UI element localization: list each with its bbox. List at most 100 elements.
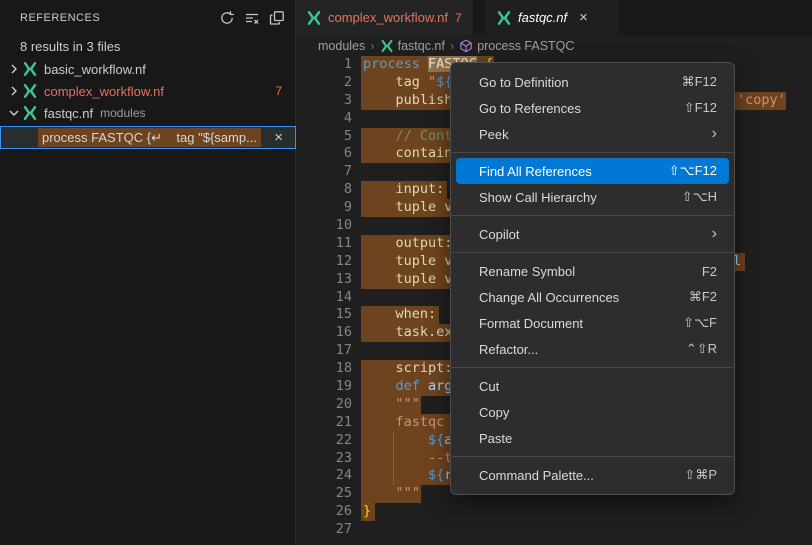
code-text: tuple va: [363, 271, 461, 289]
menu-item-shortcut: ⇧⌘P: [684, 467, 717, 483]
nextflow-file-icon: [22, 83, 38, 99]
submenu-arrow-icon: ›: [712, 226, 717, 242]
file-name: fastqc.nf: [44, 106, 93, 121]
menu-item-command-palette[interactable]: Command Palette...⇧⌘P: [451, 462, 734, 488]
line-number: 4: [296, 110, 352, 128]
menu-item-shortcut: ⌃⇧R: [686, 341, 717, 357]
menu-item-refactor[interactable]: Refactor... ⌃⇧R: [451, 336, 734, 362]
menu-item-label: Paste: [479, 431, 717, 446]
sidebar-item-fastqc-nf[interactable]: fastqc.nfmodules: [0, 102, 295, 124]
code-text: containe: [363, 145, 461, 163]
menu-separator: [452, 367, 733, 368]
menu-item-label: Show Call Hierarchy: [479, 190, 662, 205]
code-text: """: [363, 396, 420, 414]
references-sidebar: REFERENCES 8 results in 3 files basic_wo…: [0, 0, 296, 545]
menu-item-peek[interactable]: Peek ›: [451, 121, 734, 147]
vscode-window: REFERENCES 8 results in 3 files basic_wo…: [0, 0, 812, 545]
menu-separator: [452, 456, 733, 457]
chevron-right-icon: ›: [450, 38, 454, 53]
line-number: 2: [296, 74, 352, 92]
menu-item-cut[interactable]: Cut: [451, 373, 734, 399]
menu-item-label: Go to Definition: [479, 75, 662, 90]
menu-item-label: Format Document: [479, 316, 663, 331]
code-text: input:: [363, 181, 444, 199]
tab-close-icon[interactable]: ×: [579, 9, 588, 26]
code-text: // Conta: [363, 128, 461, 146]
menu-item-rename-symbol[interactable]: Rename Symbol F2: [451, 258, 734, 284]
menu-item-go-to-references[interactable]: Go to References⇧F12: [451, 95, 734, 121]
tab-label: complex_workflow.nf: [328, 10, 448, 25]
menu-item-paste[interactable]: Paste: [451, 425, 734, 451]
menu-item-label: Refactor...: [479, 342, 666, 357]
menu-item-go-to-definition[interactable]: Go to Definition⌘F12: [451, 69, 734, 95]
menu-item-show-call-hierarchy[interactable]: Show Call Hierarchy ⇧⌥H: [451, 184, 734, 210]
breadcrumb-symbol[interactable]: process FASTQC: [459, 39, 574, 53]
menu-item-copy[interactable]: Copy: [451, 399, 734, 425]
code-text: --th: [363, 450, 461, 468]
file-name: basic_workflow.nf: [44, 62, 146, 77]
editor-context-menu: Go to Definition⌘F12Go to References⇧F12…: [450, 62, 735, 495]
menu-item-label: Peek: [479, 127, 692, 142]
code-text: """: [363, 485, 420, 503]
line-number: 13: [296, 271, 352, 289]
sidebar-item-basic-workflow-nf[interactable]: basic_workflow.nf: [0, 58, 295, 80]
code-line-26[interactable]: 26}: [296, 503, 812, 521]
refresh-icon[interactable]: [219, 10, 235, 26]
result-count-badge: 7: [275, 84, 282, 98]
line-number: 21: [296, 414, 352, 432]
dismiss-result-icon[interactable]: ×: [274, 127, 283, 148]
code-text: when:: [363, 306, 436, 324]
line-number: 17: [296, 342, 352, 360]
line-number: 5: [296, 128, 352, 146]
menu-item-shortcut: F2: [702, 264, 717, 279]
code-text: task.ext: [363, 324, 461, 342]
line-number: 9: [296, 199, 352, 217]
nextflow-file-icon: [306, 10, 322, 26]
menu-item-shortcut: ⇧F12: [684, 100, 717, 116]
line-number: 25: [296, 485, 352, 503]
code-text: tag "${s: [363, 74, 461, 92]
line-number: 20: [296, 396, 352, 414]
tab-label: fastqc.nf: [518, 10, 567, 25]
results-summary: 8 results in 3 files: [20, 39, 120, 54]
line-number: 26: [296, 503, 352, 521]
results-tree: basic_workflow.nfcomplex_workflow.nf7fas…: [0, 58, 295, 124]
tab-complex-workflow[interactable]: complex_workflow.nf 7: [296, 0, 473, 35]
menu-item-format-document[interactable]: Format Document ⇧⌥F: [451, 310, 734, 336]
line-number: 11: [296, 235, 352, 253]
menu-item-copilot[interactable]: Copilot›: [451, 221, 734, 247]
code-text: tuple va: [363, 253, 461, 271]
nextflow-file-icon: [380, 39, 394, 53]
chevron-down-icon[interactable]: [6, 105, 22, 121]
line-number: 3: [296, 92, 352, 110]
code-text: }: [363, 503, 371, 521]
menu-item-shortcut: ⇧⌥F12: [669, 163, 717, 179]
menu-item-find-all-references[interactable]: Find All References⇧⌥F12: [456, 158, 729, 184]
line-number: 27: [296, 521, 352, 539]
clear-results-icon[interactable]: [244, 10, 260, 26]
code-line-27[interactable]: 27: [296, 521, 812, 539]
menu-item-shortcut: ⇧⌥F: [683, 315, 717, 331]
menu-item-shortcut: ⇧⌥H: [682, 189, 717, 205]
menu-item-label: Rename Symbol: [479, 264, 682, 279]
collapse-all-icon[interactable]: [269, 10, 285, 26]
code-text: publishD: [363, 92, 461, 110]
line-number: 7: [296, 163, 352, 181]
sidebar-header: REFERENCES: [20, 8, 285, 28]
sidebar-actions: [219, 10, 285, 26]
chevron-right-icon[interactable]: [6, 61, 22, 77]
line-number: 14: [296, 289, 352, 307]
menu-item-change-all-occurrences[interactable]: Change All Occurrences⌘F2: [451, 284, 734, 310]
chevron-right-icon[interactable]: [6, 83, 22, 99]
menu-item-label: Copy: [479, 405, 717, 420]
submenu-arrow-icon: ›: [712, 126, 717, 142]
line-number: 19: [296, 378, 352, 396]
result-item-process-fastqc[interactable]: process FASTQC {↵ tag "${samp... ×: [0, 126, 296, 149]
sidebar-item-complex-workflow-nf[interactable]: complex_workflow.nf7: [0, 80, 295, 102]
breadcrumb-file[interactable]: fastqc.nf: [380, 39, 445, 53]
menu-item-label: Change All Occurrences: [479, 290, 669, 305]
sidebar-title: REFERENCES: [20, 12, 100, 24]
tab-fastqc[interactable]: fastqc.nf ×: [486, 0, 618, 35]
line-number: 24: [296, 467, 352, 485]
breadcrumb-folder[interactable]: modules: [318, 39, 365, 53]
